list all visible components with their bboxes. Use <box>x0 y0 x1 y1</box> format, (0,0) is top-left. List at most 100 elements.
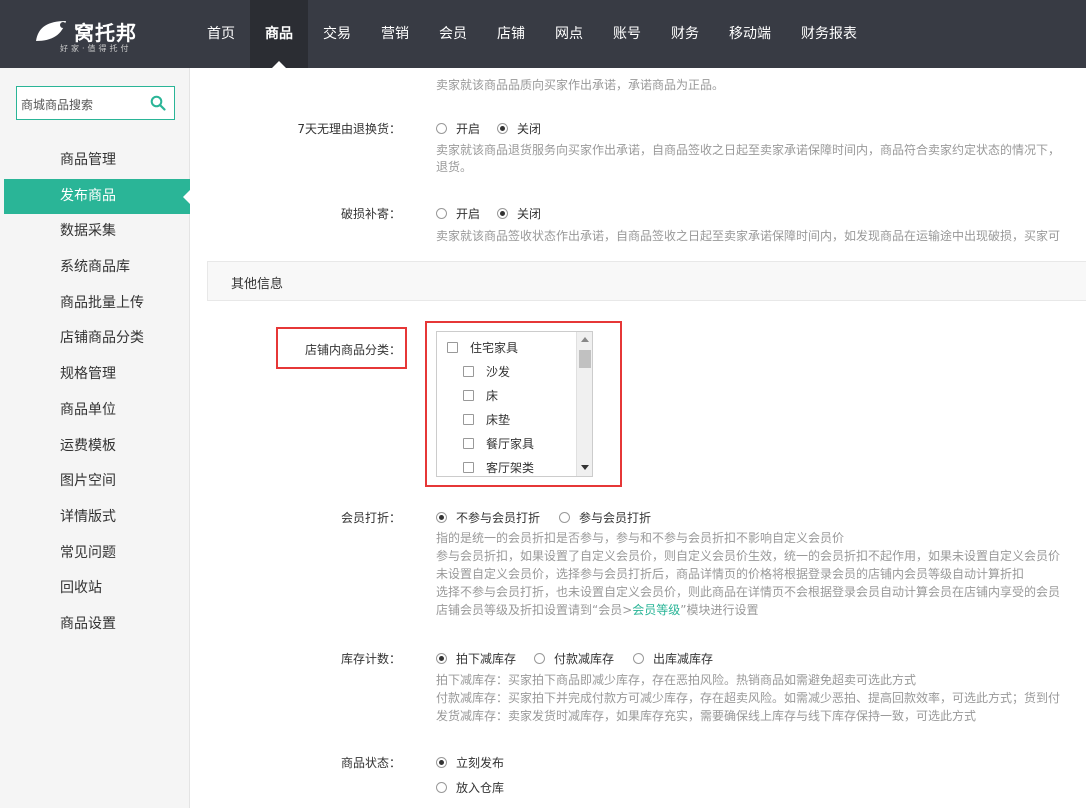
help-text: ”模块进行设置 <box>680 603 759 617</box>
return7-help-1: 卖家就该商品退货服务向买家作出承诺，自商品签收之日起至卖家承诺保障时间内，商品符… <box>436 143 1061 157</box>
radio-label: 关闭 <box>517 122 542 136</box>
checkbox-icon <box>463 438 474 449</box>
status-label: 商品状态： <box>340 756 401 770</box>
return7-on-radio[interactable]: 开启 <box>436 120 480 137</box>
member-discount-yes-radio[interactable]: 参与会员打折 <box>559 509 651 526</box>
category-checkbox[interactable]: 沙发 <box>463 363 510 380</box>
return7-help-2: 退货。 <box>436 160 473 174</box>
main-content: 卖家就该商品品质向买家作出承诺，承诺商品为正品。 7天无理由退换货： 开启 关闭… <box>191 68 1086 808</box>
category-name: 沙发 <box>486 365 511 379</box>
radio-label: 参与会员打折 <box>579 511 652 525</box>
damage-label: 破损补寄： <box>340 207 401 221</box>
stock-label: 库存计数： <box>340 652 401 666</box>
return7-label: 7天无理由退换货： <box>297 122 401 136</box>
stock-help-3: 发货减库存：卖家发货时减库存，如果库存充实，需要确保线上库存与线下库存保持一致，… <box>436 709 977 723</box>
member-discount-help-2: 参与会员折扣，如果设置了自定义会员价，则自定义会员价生效，统一的会员折扣不起作用… <box>436 549 1061 563</box>
sidebar-item-goods-unit[interactable]: 商品单位 <box>0 393 190 429</box>
member-discount-help-5: 店铺会员等级及折扣设置请到“会员>会员等级”模块进行设置 <box>436 602 759 619</box>
nav-mobile[interactable]: 移动端 <box>714 0 786 68</box>
sidebar: 商城商品搜索 商品管理 发布商品 数据采集 系统商品库 商品批量上传 店铺商品分… <box>0 68 191 808</box>
nav-goods[interactable]: 商品 <box>250 0 308 68</box>
checkbox-icon <box>463 390 474 401</box>
member-discount-label: 会员打折： <box>340 511 401 525</box>
scroll-down-arrow-icon[interactable] <box>581 465 589 470</box>
radio-icon <box>436 782 447 793</box>
sidebar-item-goods-settings[interactable]: 商品设置 <box>0 607 190 643</box>
logo-subtitle: 好家·值得托付 <box>60 44 132 53</box>
radio-checked-icon <box>436 653 447 664</box>
scroll-up-arrow-icon[interactable] <box>581 337 589 342</box>
radio-label: 开启 <box>456 122 481 136</box>
stock-on-ship-radio[interactable]: 出库减库存 <box>633 650 713 667</box>
nav-store[interactable]: 店铺 <box>482 0 540 68</box>
nav-account[interactable]: 账号 <box>598 0 656 68</box>
sidebar-item-spec-manage[interactable]: 规格管理 <box>0 357 190 393</box>
radio-label: 立刻发布 <box>456 756 505 770</box>
checkbox-icon <box>463 414 474 425</box>
radio-label: 放入仓库 <box>456 781 505 795</box>
category-name: 床垫 <box>486 413 511 427</box>
nav-trade[interactable]: 交易 <box>308 0 366 68</box>
category-name: 客厅架类 <box>486 461 535 475</box>
sidebar-item-goods-manage[interactable]: 商品管理 <box>0 143 190 179</box>
radio-label: 关闭 <box>517 207 542 221</box>
sidebar-item-publish-goods[interactable]: 发布商品 <box>4 178 191 215</box>
radio-label: 拍下减库存 <box>456 652 517 666</box>
sidebar-item-faq[interactable]: 常见问题 <box>0 536 190 572</box>
checkbox-icon <box>463 366 474 377</box>
search-placeholder: 商城商品搜索 <box>21 98 94 112</box>
sidebar-item-image-space[interactable]: 图片空间 <box>0 464 190 500</box>
sidebar-item-freight-template[interactable]: 运费模板 <box>0 429 190 465</box>
nav-outlet[interactable]: 网点 <box>540 0 598 68</box>
stock-on-order-radio[interactable]: 拍下减库存 <box>436 650 516 667</box>
store-category-list[interactable]: 住宅家具 沙发 床 床垫 餐厅家具 客厅架类 <box>436 331 593 477</box>
nav-finance-report[interactable]: 财务报表 <box>786 0 872 68</box>
search-input[interactable]: 商城商品搜索 <box>16 86 175 120</box>
authentic-help: 卖家就该商品品质向买家作出承诺，承诺商品为正品。 <box>436 78 725 92</box>
status-publish-radio[interactable]: 立刻发布 <box>436 754 504 771</box>
category-name: 床 <box>486 389 499 403</box>
logo[interactable]: 窝托邦 好家·值得托付 <box>34 13 154 57</box>
sidebar-item-batch-upload[interactable]: 商品批量上传 <box>0 286 190 322</box>
stock-help-1: 拍下减库存：买家拍下商品即减少库存，存在恶拍风险。热销商品如需避免超卖可选此方式 <box>436 673 917 687</box>
member-discount-help-4: 选择不参与会员打折，也未设置自定义会员价，则此商品在详情页不会根据登录会员自动计… <box>436 585 1061 599</box>
radio-checked-icon <box>497 123 508 134</box>
sidebar-menu: 商品管理 发布商品 数据采集 系统商品库 商品批量上传 店铺商品分类 规格管理 … <box>0 143 191 643</box>
nav-member[interactable]: 会员 <box>424 0 482 68</box>
nav-home[interactable]: 首页 <box>192 0 250 68</box>
member-discount-no-radio[interactable]: 不参与会员打折 <box>436 509 540 526</box>
radio-icon <box>633 653 644 664</box>
store-category-label: 店铺内商品分类： <box>304 343 401 357</box>
search-icon[interactable] <box>150 95 166 111</box>
sidebar-item-system-library[interactable]: 系统商品库 <box>0 250 190 286</box>
sidebar-item-recycle-bin[interactable]: 回收站 <box>0 571 190 607</box>
category-name: 餐厅家具 <box>486 437 535 451</box>
logo-title: 窝托邦 <box>74 21 137 45</box>
scroll-thumb[interactable] <box>579 350 591 368</box>
help-text: 店铺会员等级及折扣设置请到“会员> <box>436 603 633 617</box>
list-scrollbar[interactable] <box>576 332 592 476</box>
member-level-link[interactable]: 会员等级 <box>632 603 680 617</box>
damage-off-radio[interactable]: 关闭 <box>497 205 541 222</box>
sidebar-item-store-category[interactable]: 店铺商品分类 <box>0 321 190 357</box>
sidebar-item-data-collect[interactable]: 数据采集 <box>0 214 190 250</box>
return7-off-radio[interactable]: 关闭 <box>497 120 541 137</box>
checkbox-icon <box>463 462 474 473</box>
radio-checked-icon <box>436 512 447 523</box>
category-checkbox[interactable]: 床垫 <box>463 411 510 428</box>
nav-marketing[interactable]: 营销 <box>366 0 424 68</box>
damage-help: 卖家就该商品签收状态作出承诺，自商品签收之日起至卖家承诺保障时间内，如发现商品在… <box>436 229 1061 243</box>
category-checkbox[interactable]: 餐厅家具 <box>463 435 534 452</box>
radio-checked-icon <box>436 757 447 768</box>
category-checkbox[interactable]: 床 <box>463 387 498 404</box>
category-name: 住宅家具 <box>470 341 519 355</box>
damage-on-radio[interactable]: 开启 <box>436 205 480 222</box>
status-warehouse-radio[interactable]: 放入仓库 <box>436 779 504 796</box>
category-checkbox[interactable]: 住宅家具 <box>447 339 518 356</box>
nav-finance[interactable]: 财务 <box>656 0 714 68</box>
radio-label: 付款减库存 <box>554 652 615 666</box>
sidebar-item-detail-layout[interactable]: 详情版式 <box>0 500 190 536</box>
radio-checked-icon <box>497 208 508 219</box>
stock-on-pay-radio[interactable]: 付款减库存 <box>534 650 614 667</box>
category-checkbox[interactable]: 客厅架类 <box>463 459 534 476</box>
